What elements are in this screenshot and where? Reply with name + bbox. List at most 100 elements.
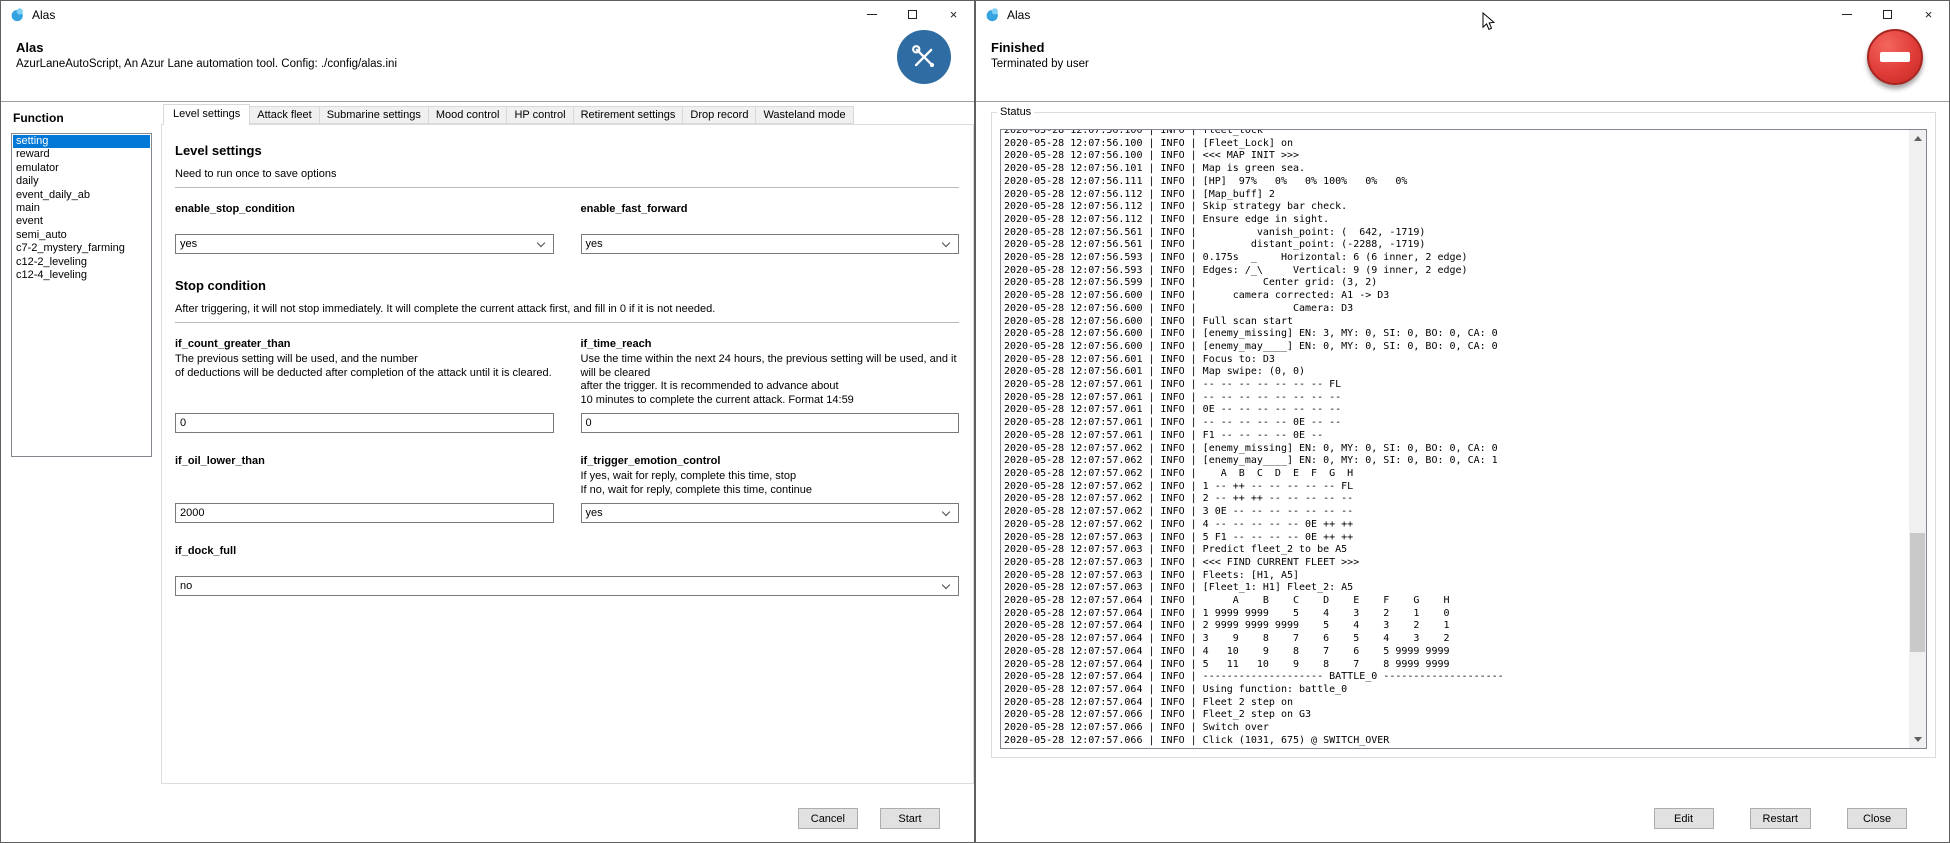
if_oil_lower_than-input[interactable]: [175, 503, 554, 523]
log-line: 2020-05-28 12:07:57.061 | INFO | -- -- -…: [1004, 392, 1906, 405]
form-row-enable: enable_stop_condition yes enable_fast_fo…: [175, 203, 959, 254]
log-line: 2020-05-28 12:07:57.062 | INFO | A B C D…: [1004, 468, 1906, 481]
function-item-c12-2_leveling[interactable]: c12-2_leveling: [13, 256, 150, 269]
tab-mood-control[interactable]: Mood control: [428, 106, 508, 124]
header: Finished Terminated by user: [976, 28, 1949, 102]
log-line: 2020-05-28 12:07:57.062 | INFO | 2 -- ++…: [1004, 493, 1906, 506]
selected-value: yes: [180, 238, 538, 250]
field-label: if_time_reach: [581, 338, 960, 350]
header: Alas AzurLaneAutoScript, An Azur Lane au…: [1, 28, 974, 102]
minimize-button[interactable]: [851, 1, 892, 28]
function-item-reward[interactable]: reward: [13, 148, 150, 161]
function-item-main[interactable]: main: [13, 202, 150, 215]
log-line: 2020-05-28 12:07:57.061 | INFO | -- -- -…: [1004, 417, 1906, 430]
if_trigger_emotion_control-select[interactable]: yes: [581, 503, 960, 523]
form-row-conditions: if_count_greater_than The previous setti…: [175, 338, 959, 433]
close-run-button[interactable]: Close: [1847, 808, 1907, 829]
maximize-button[interactable]: [1867, 1, 1908, 28]
log-line: 2020-05-28 12:07:57.064 | INFO | 3 9 8 7…: [1004, 633, 1906, 646]
function-item-event[interactable]: event: [13, 215, 150, 228]
log-line: 2020-05-28 12:07:56.599 | INFO | Center …: [1004, 277, 1906, 290]
log-line: 2020-05-28 12:07:57.063 | INFO | Predict…: [1004, 544, 1906, 557]
if_count_greater_than-input[interactable]: [175, 413, 554, 433]
divider: [175, 187, 959, 188]
tab-wasteland-mode[interactable]: Wasteland mode: [755, 106, 853, 124]
log-line: 2020-05-28 12:07:56.600 | INFO | camera …: [1004, 290, 1906, 303]
tab-level-settings[interactable]: Level settings: [163, 104, 250, 125]
log-line: 2020-05-28 12:07:56.600 | INFO | [enemy_…: [1004, 328, 1906, 341]
minimize-button[interactable]: [1826, 1, 1867, 28]
page-subtitle: AzurLaneAutoScript, An Azur Lane automat…: [16, 58, 397, 70]
form-row-oil-emotion: if_oil_lower_than if_trigger_emotion_con…: [175, 455, 959, 523]
log-line: 2020-05-28 12:07:56.561 | INFO | distant…: [1004, 239, 1906, 252]
function-item-semi_auto[interactable]: semi_auto: [13, 229, 150, 242]
function-item-setting[interactable]: setting: [13, 135, 150, 148]
scrollbar-thumb[interactable]: [1910, 533, 1925, 652]
if_dock_full-select[interactable]: no: [175, 576, 959, 596]
function-item-event_daily_ab[interactable]: event_daily_ab: [13, 189, 150, 202]
function-item-emulator[interactable]: emulator: [13, 162, 150, 175]
start-button[interactable]: Start: [880, 808, 940, 829]
window-title: Alas: [32, 8, 55, 22]
function-list[interactable]: settingrewardemulatordailyevent_daily_ab…: [11, 133, 152, 457]
tab-hp-control[interactable]: HP control: [506, 106, 573, 124]
log-line: 2020-05-28 12:07:57.061 | INFO | -- -- -…: [1004, 379, 1906, 392]
log-line: 2020-05-28 12:07:56.561 | INFO | vanish_…: [1004, 227, 1906, 240]
cancel-button[interactable]: Cancel: [798, 808, 858, 829]
field-label: enable_fast_forward: [581, 203, 960, 215]
close-button[interactable]: ×: [1908, 1, 1949, 28]
stop-section-title: Stop condition: [175, 278, 959, 293]
log-line: 2020-05-28 12:07:57.063 | INFO | 5 F1 --…: [1004, 532, 1906, 545]
log-line: 2020-05-28 12:07:57.061 | INFO | 0E -- -…: [1004, 404, 1906, 417]
log-line: 2020-05-28 12:07:57.063 | INFO | <<< FIN…: [1004, 557, 1906, 570]
log-line: 2020-05-28 12:07:56.101 | INFO | Map is …: [1004, 163, 1906, 176]
log-line: 2020-05-28 12:07:57.064 | INFO | 5 11 10…: [1004, 659, 1906, 672]
log-line: 2020-05-28 12:07:56.112 | INFO | Ensure …: [1004, 214, 1906, 227]
status-group-box: 2020-05-28 12:07:56.100 | INFO | fleet_l…: [991, 112, 1936, 758]
mouse-cursor: [1482, 12, 1495, 32]
log-line: 2020-05-28 12:07:56.100 | INFO | fleet_l…: [1004, 129, 1906, 138]
field-label: if_trigger_emotion_control: [581, 455, 960, 467]
function-item-daily[interactable]: daily: [13, 175, 150, 188]
alas-log-window: Alas × Finished Terminated by user Statu…: [975, 0, 1950, 843]
scroll-down-icon[interactable]: [1909, 731, 1926, 748]
log-line: 2020-05-28 12:07:56.601 | INFO | Map swi…: [1004, 366, 1906, 379]
if_time_reach-input[interactable]: [581, 413, 960, 433]
tab-retirement-settings[interactable]: Retirement settings: [573, 106, 684, 124]
status-group-label: Status: [997, 106, 1034, 118]
log-line: 2020-05-28 12:07:56.112 | INFO | Skip st…: [1004, 201, 1906, 214]
chevron-down-icon: [942, 507, 950, 515]
edit-button[interactable]: Edit: [1654, 808, 1714, 829]
enable_stop_condition-select[interactable]: yes: [175, 234, 554, 254]
tab-drop-record[interactable]: Drop record: [682, 106, 756, 124]
function-item-c7-2_mystery_farming[interactable]: c7-2_mystery_farming: [13, 242, 150, 255]
alas-app-icon: [985, 7, 1000, 22]
tab-submarine-settings[interactable]: Submarine settings: [319, 106, 429, 124]
log-line: 2020-05-28 12:07:56.601 | INFO | Focus t…: [1004, 354, 1906, 367]
chevron-down-icon: [536, 238, 544, 246]
close-button[interactable]: ×: [933, 1, 974, 28]
tab-attack-fleet[interactable]: Attack fleet: [249, 106, 319, 124]
section-title: Level settings: [175, 143, 959, 158]
titlebar[interactable]: Alas ×: [1, 1, 974, 28]
log-line: 2020-05-28 12:07:56.600 | INFO | [enemy_…: [1004, 341, 1906, 354]
log-line: 2020-05-28 12:07:57.062 | INFO | 3 0E --…: [1004, 506, 1906, 519]
function-item-c12-4_leveling[interactable]: c12-4_leveling: [13, 269, 150, 282]
log-line: 2020-05-28 12:07:57.064 | INFO | A B C D…: [1004, 595, 1906, 608]
log-line: 2020-05-28 12:07:56.593 | INFO | 0.175s …: [1004, 252, 1906, 265]
log-scrollbar[interactable]: [1909, 130, 1926, 748]
maximize-button[interactable]: [892, 1, 933, 28]
divider: [175, 322, 959, 323]
titlebar[interactable]: Alas ×: [976, 1, 1949, 28]
stopped-icon: [1867, 29, 1923, 85]
selected-value: no: [180, 580, 943, 592]
window-title: Alas: [1007, 8, 1030, 22]
scroll-up-icon[interactable]: [1909, 130, 1926, 147]
restart-button[interactable]: Restart: [1750, 808, 1811, 829]
log-line: 2020-05-28 12:07:57.062 | INFO | [enemy_…: [1004, 455, 1906, 468]
tab-control: Level settingsAttack fleetSubmarine sett…: [161, 104, 974, 784]
section-desc: Need to run once to save options: [175, 168, 959, 180]
enable_fast_forward-select[interactable]: yes: [581, 234, 960, 254]
log-area[interactable]: 2020-05-28 12:07:56.100 | INFO | fleet_l…: [1000, 129, 1927, 749]
field-if_trigger_emotion_control: if_trigger_emotion_control If yes, wait …: [581, 455, 960, 523]
